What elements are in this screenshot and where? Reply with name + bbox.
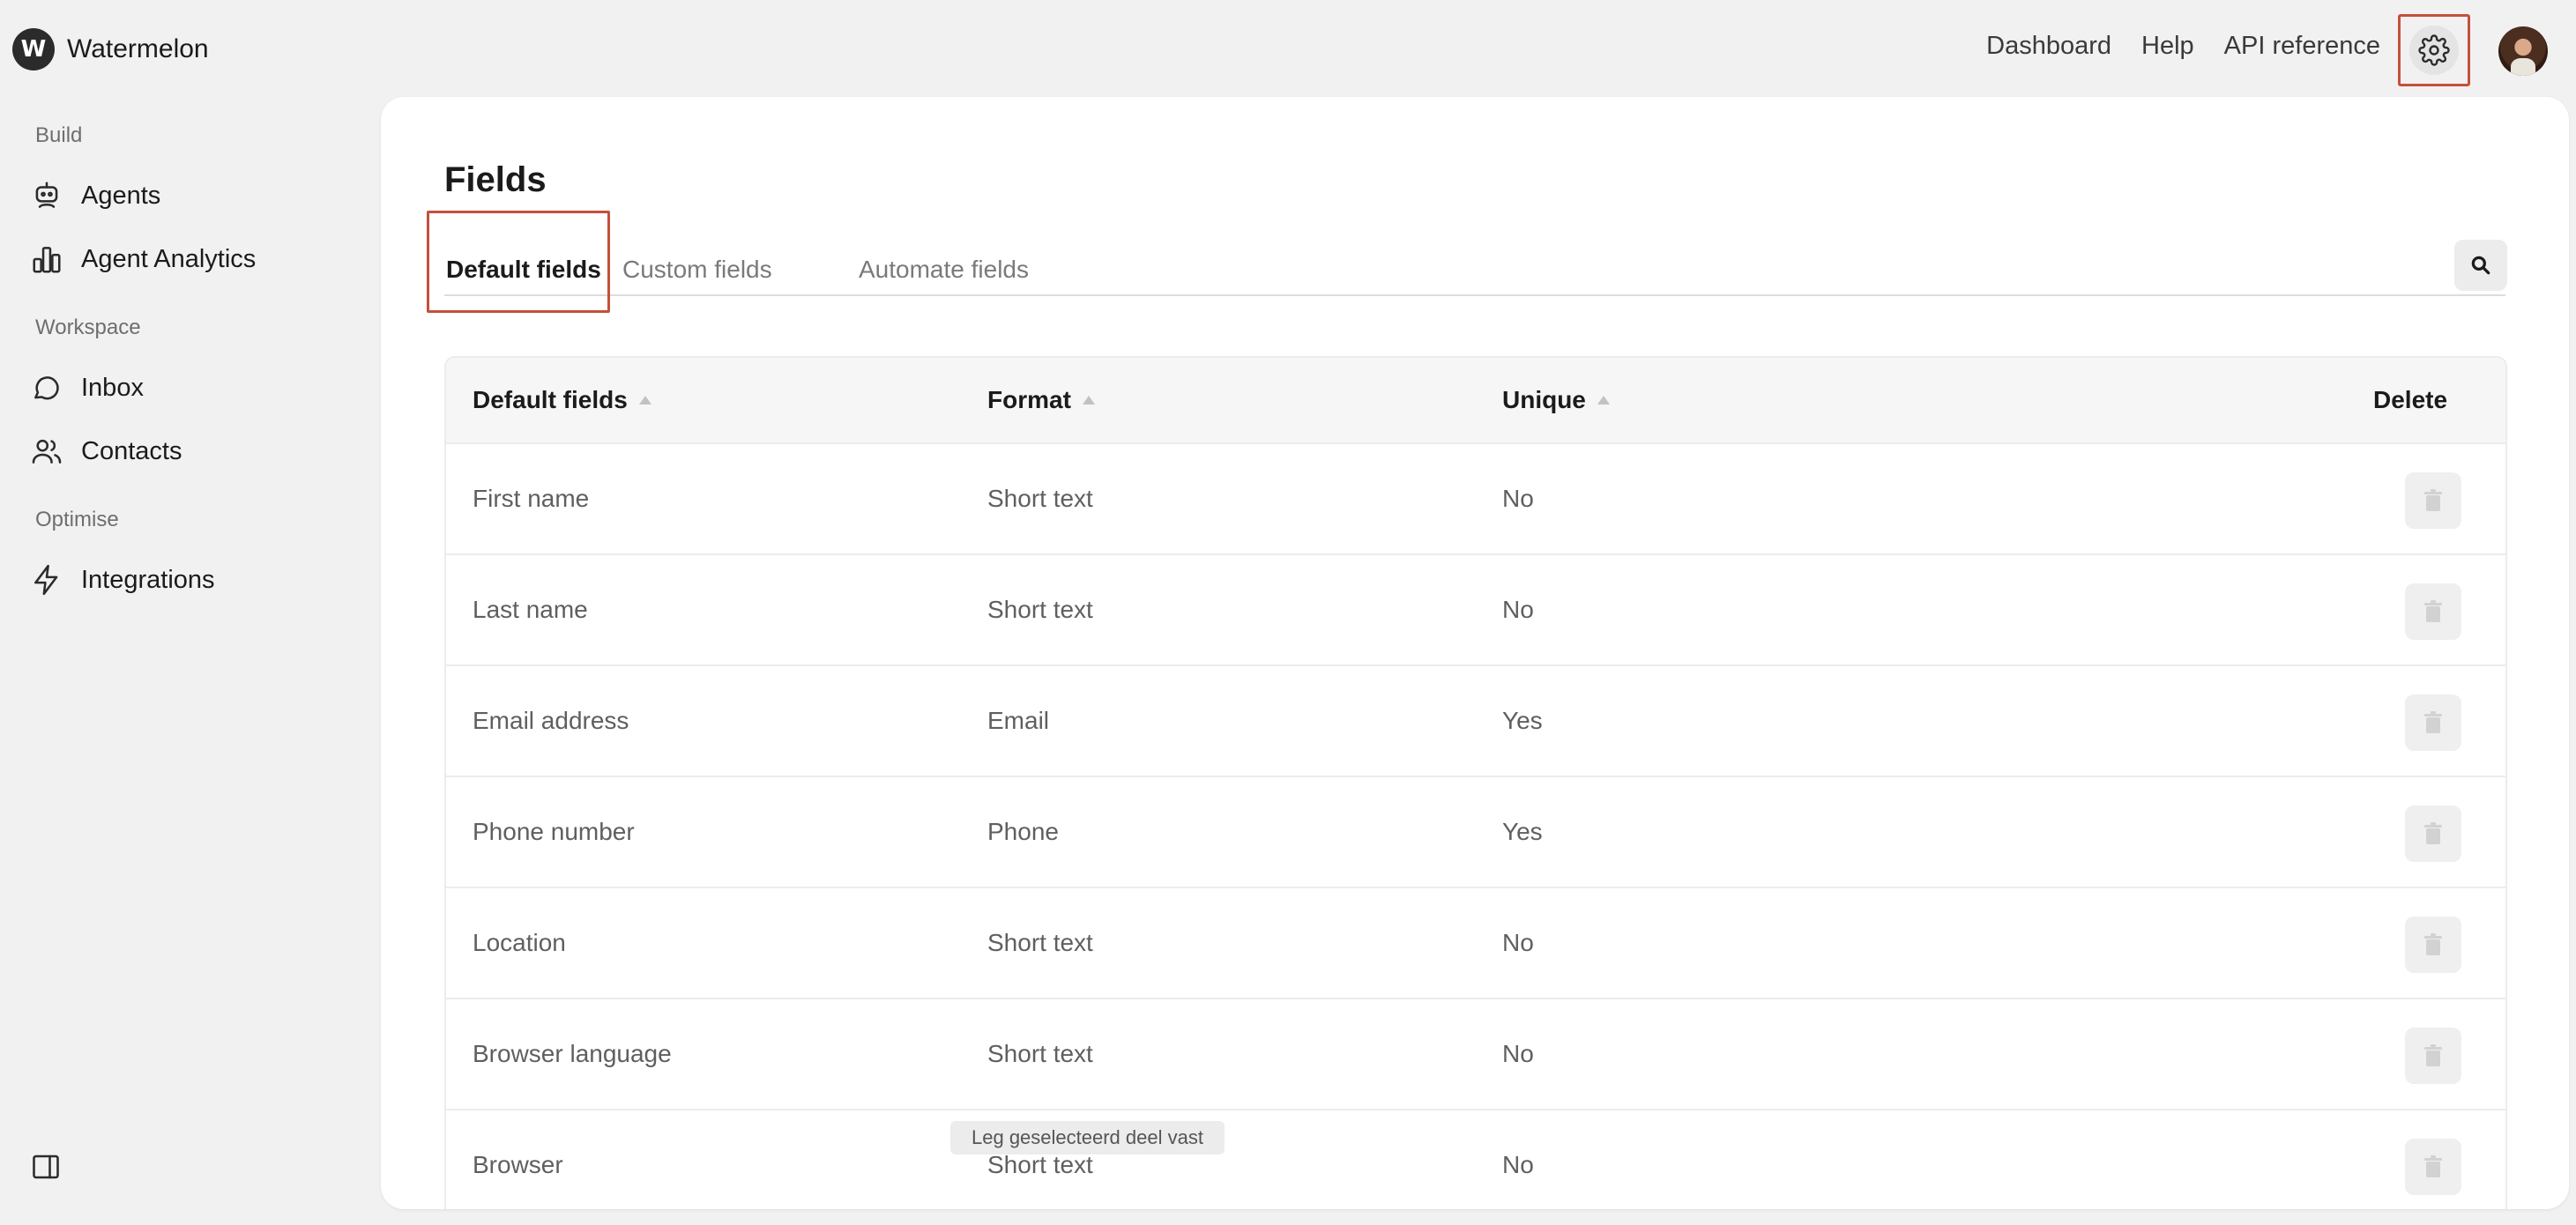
search-button[interactable] xyxy=(2454,240,2507,291)
trash-icon xyxy=(2424,822,2442,844)
cell-format: Short text xyxy=(987,1040,1093,1067)
trash-icon xyxy=(2424,711,2442,733)
delete-button[interactable] xyxy=(2405,1139,2461,1195)
bar-chart-icon xyxy=(33,247,61,273)
cell-unique: Yes xyxy=(1502,818,1543,845)
trash-icon xyxy=(2424,489,2442,511)
cell-unique: No xyxy=(1502,485,1534,512)
brand-logo: W xyxy=(12,28,55,71)
sidebar-section-build: Build xyxy=(35,123,83,147)
chat-bubble-icon xyxy=(34,376,59,400)
column-header-delete: Delete xyxy=(2373,386,2448,413)
cell-format: Short text xyxy=(987,1151,1093,1178)
column-header-format[interactable]: Format xyxy=(987,386,1096,414)
main-panel: Fields Default fields Custom fields Auto… xyxy=(381,97,2569,1209)
sort-up-icon xyxy=(1082,396,1095,405)
brand[interactable]: W Watermelon xyxy=(12,28,209,71)
delete-button[interactable] xyxy=(2405,472,2461,529)
settings-highlight xyxy=(2398,14,2470,86)
bot-icon xyxy=(35,182,58,208)
sidebar-item-agent-analytics[interactable]: Agent Analytics xyxy=(30,238,256,280)
table-header: Default fields Format Unique Delete xyxy=(446,358,2505,444)
sort-up-icon xyxy=(638,396,651,405)
cell-format: Phone xyxy=(987,818,1059,845)
search-icon xyxy=(2471,256,2490,275)
trash-icon xyxy=(2424,600,2442,622)
cell-unique: Yes xyxy=(1502,707,1543,734)
users-icon xyxy=(32,439,62,464)
sidebar: Build Agents Agent Analytics Workspace I… xyxy=(0,99,379,1225)
column-header-unique[interactable]: Unique xyxy=(1502,386,1611,414)
trash-icon xyxy=(2424,1155,2442,1177)
table-row: Phone number Phone Yes xyxy=(446,777,2505,888)
cell-unique: No xyxy=(1502,929,1534,956)
top-bar: W Watermelon Dashboard Help API referenc… xyxy=(0,0,2576,99)
sidebar-toggle-icon[interactable] xyxy=(30,1151,62,1183)
table-row: Last name Short text No xyxy=(446,555,2505,666)
sidebar-item-label: Agent Analytics xyxy=(81,244,257,273)
cell-field-name: Browser xyxy=(473,1151,563,1178)
delete-button[interactable] xyxy=(2405,694,2461,751)
nav-dashboard-link[interactable]: Dashboard xyxy=(1986,32,2111,61)
cell-format: Email xyxy=(987,707,1050,734)
tab-custom-fields[interactable]: Custom fields xyxy=(622,256,772,284)
nav-api-reference-link[interactable]: API reference xyxy=(2224,32,2380,61)
active-tab-highlight xyxy=(427,211,610,313)
column-header-label: Format xyxy=(987,386,1071,413)
sidebar-item-contacts[interactable]: Contacts xyxy=(30,430,182,472)
cell-field-name: Phone number xyxy=(473,818,635,845)
sidebar-section-workspace: Workspace xyxy=(35,316,141,339)
sidebar-item-integrations[interactable]: Integrations xyxy=(30,559,215,601)
fields-table: Default fields Format Unique Delete Firs… xyxy=(444,356,2507,1209)
delete-button[interactable] xyxy=(2405,917,2461,973)
table-row: Browser Short text No xyxy=(446,1110,2505,1209)
sidebar-item-label: Inbox xyxy=(81,373,144,402)
cell-format: Short text xyxy=(987,485,1093,512)
sidebar-section-optimise: Optimise xyxy=(35,508,119,531)
delete-button[interactable] xyxy=(2405,806,2461,862)
column-header-default-fields[interactable]: Default fields xyxy=(473,386,652,414)
user-avatar[interactable] xyxy=(2498,26,2548,76)
sidebar-item-label: Contacts xyxy=(81,436,182,465)
sort-up-icon xyxy=(1597,396,1610,405)
cell-field-name: First name xyxy=(473,485,590,512)
delete-button[interactable] xyxy=(2405,1028,2461,1084)
column-header-label: Unique xyxy=(1502,386,1586,413)
table-row: Location Short text No xyxy=(446,888,2505,999)
cell-unique: No xyxy=(1502,1151,1534,1178)
tooltip: Leg geselecteerd deel vast xyxy=(950,1121,1225,1154)
brand-name: Watermelon xyxy=(67,34,209,63)
cell-field-name: Browser language xyxy=(473,1040,672,1067)
table-row: Email address Email Yes xyxy=(446,666,2505,777)
tab-bar: Default fields Custom fields Automate fi… xyxy=(444,212,2505,296)
nav-help-link[interactable]: Help xyxy=(2141,32,2194,61)
sidebar-item-inbox[interactable]: Inbox xyxy=(30,367,144,409)
sidebar-item-label: Integrations xyxy=(81,565,215,594)
cell-format: Short text xyxy=(987,596,1093,623)
trash-icon xyxy=(2424,933,2442,955)
cell-unique: No xyxy=(1502,596,1534,623)
settings-button[interactable] xyxy=(2409,26,2459,75)
cell-unique: No xyxy=(1502,1040,1534,1067)
tab-automate-fields[interactable]: Automate fields xyxy=(859,256,1029,284)
trash-icon xyxy=(2424,1044,2442,1066)
top-nav: Dashboard Help API reference xyxy=(1986,32,2380,61)
delete-button[interactable] xyxy=(2405,583,2461,640)
bolt-icon xyxy=(34,564,58,596)
page-title: Fields xyxy=(444,160,547,199)
sidebar-item-label: Agents xyxy=(81,181,161,210)
table-row: First name Short text No xyxy=(446,444,2505,555)
cell-field-name: Last name xyxy=(473,596,588,623)
column-header-label: Default fields xyxy=(473,386,628,413)
cell-field-name: Email address xyxy=(473,707,629,734)
cell-format: Short text xyxy=(987,929,1093,956)
cell-field-name: Location xyxy=(473,929,566,956)
sidebar-item-agents[interactable]: Agents xyxy=(30,174,160,217)
gear-icon xyxy=(2418,34,2450,66)
table-row: Browser language Short text No xyxy=(446,999,2505,1110)
